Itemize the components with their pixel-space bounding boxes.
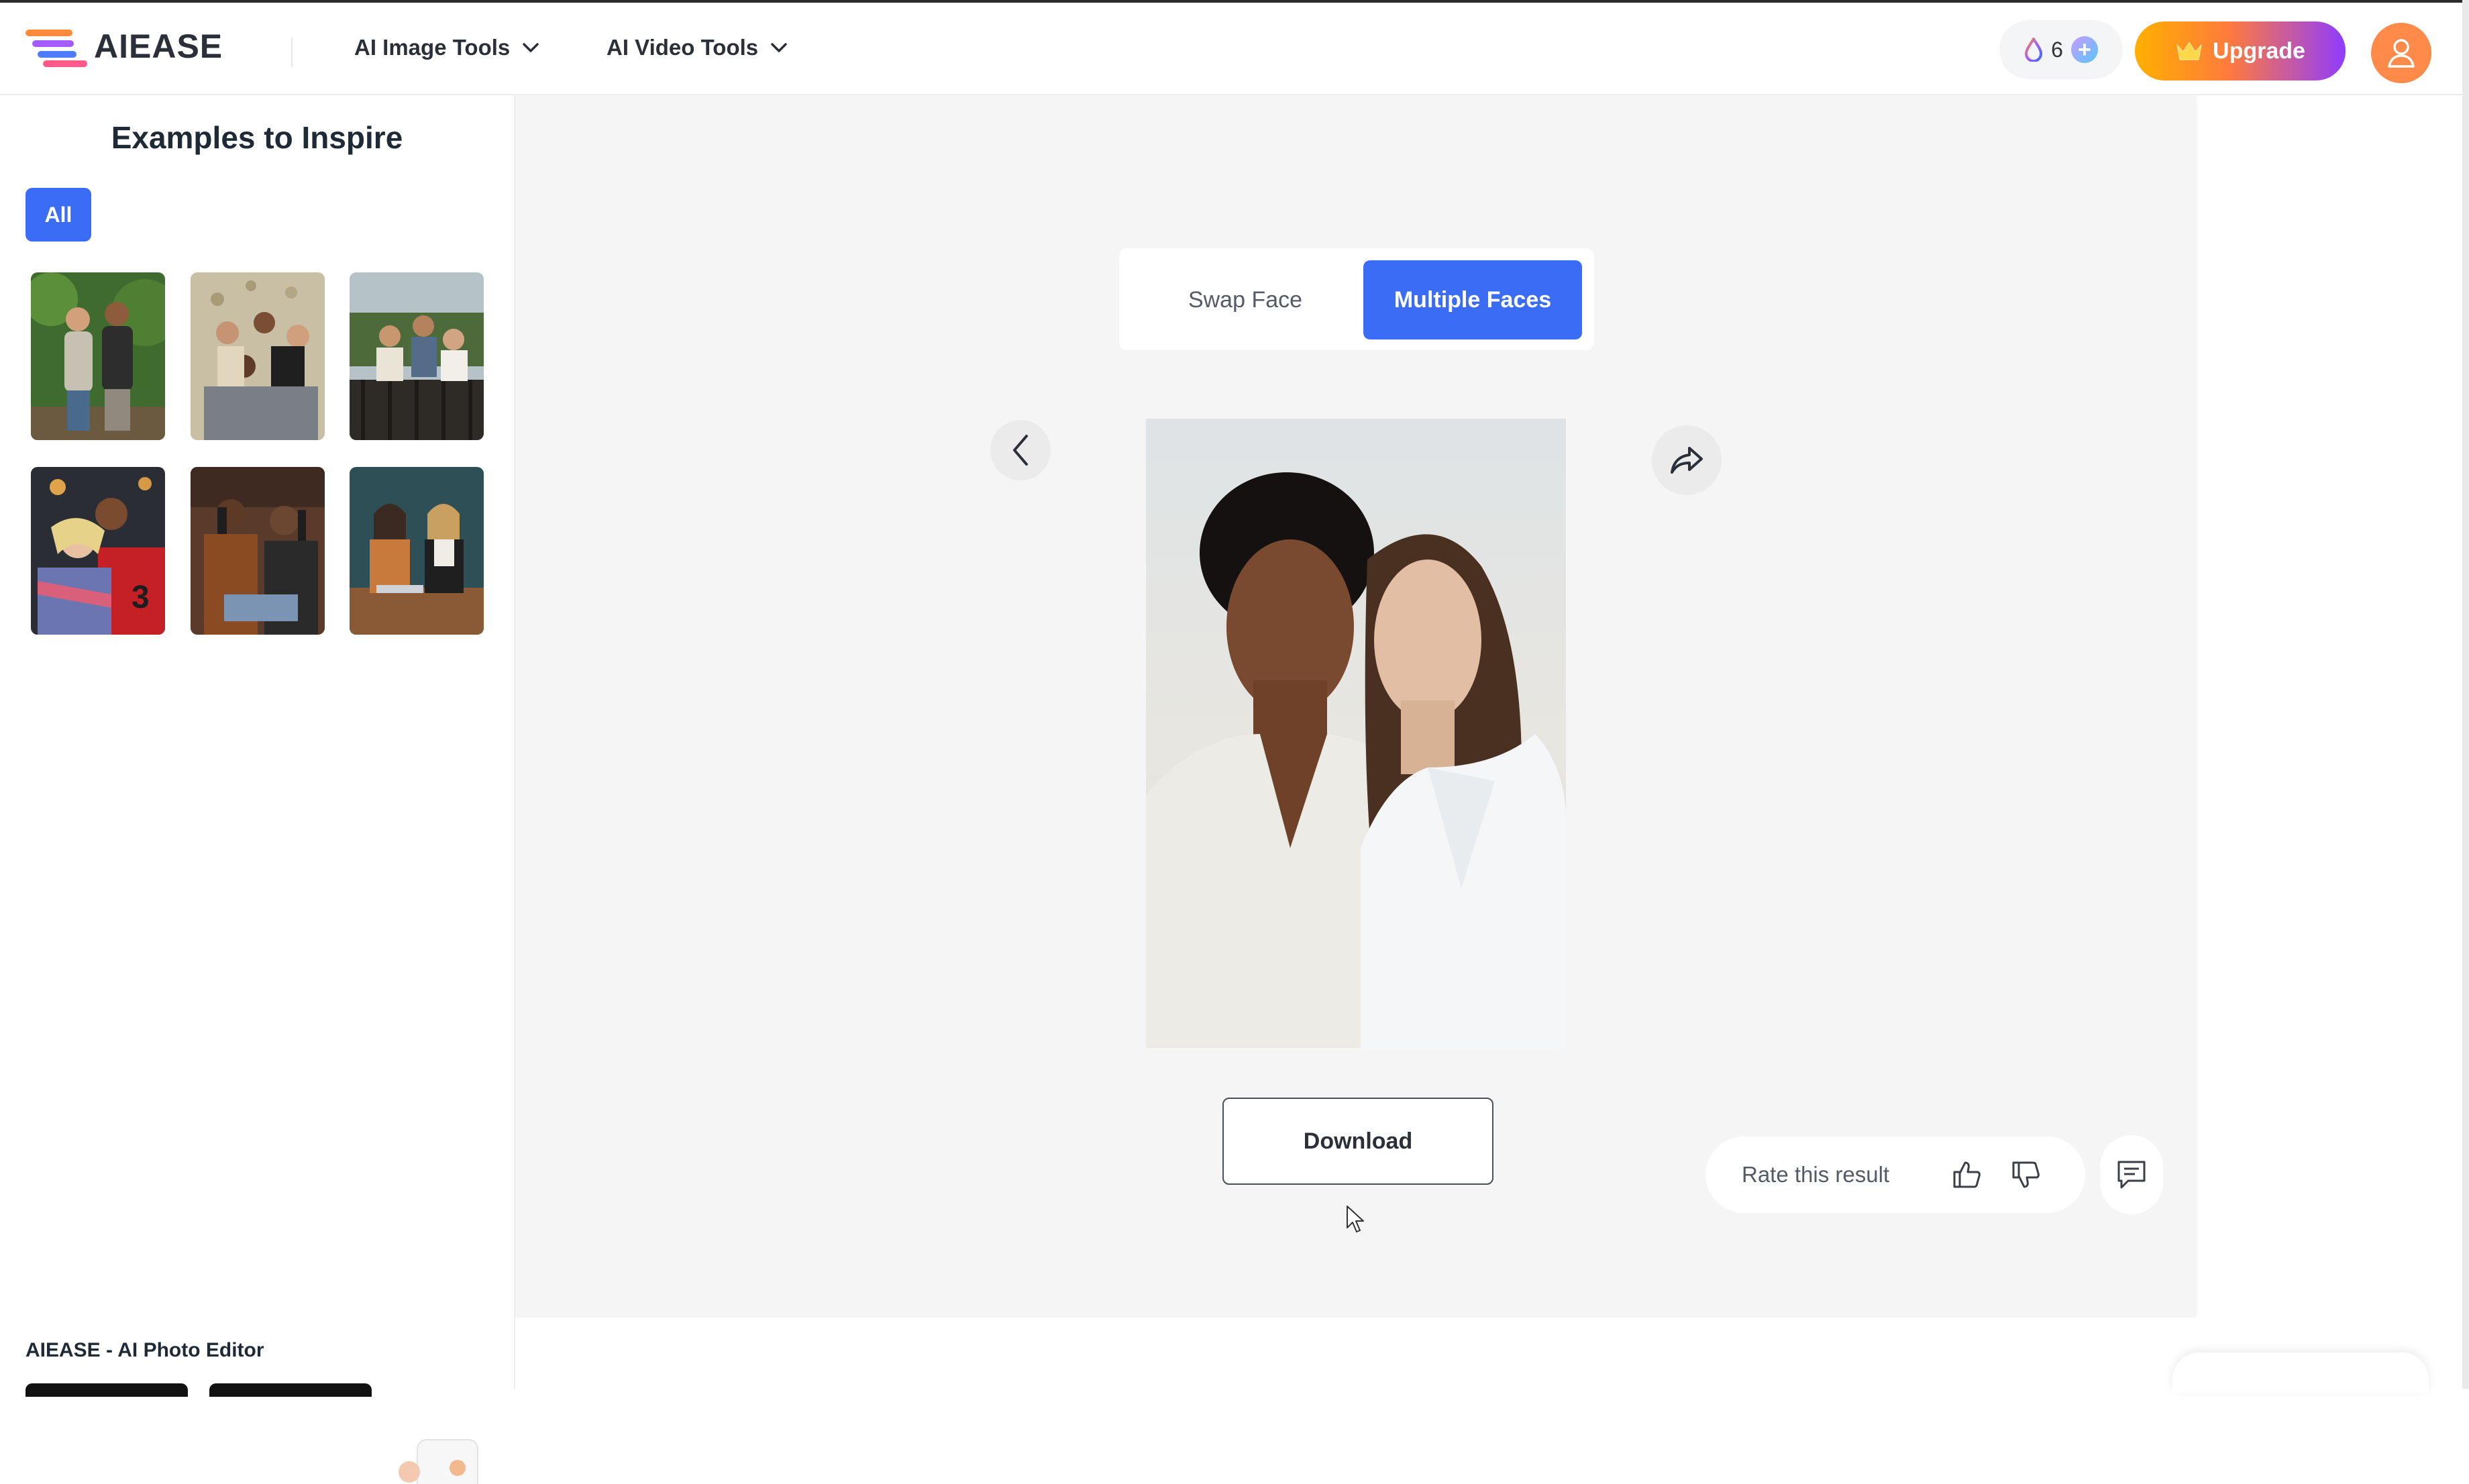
feedback-button[interactable]: [2100, 1135, 2163, 1214]
crown-icon: [2176, 42, 2202, 60]
download-button[interactable]: Download: [1222, 1098, 1493, 1185]
upgrade-button[interactable]: Upgrade: [2135, 21, 2346, 81]
feedback-chat-icon: [2117, 1161, 2146, 1189]
example-thumbnail[interactable]: [191, 467, 325, 635]
chevron-down-icon: [523, 43, 539, 52]
example-thumbnail[interactable]: 3: [31, 467, 165, 635]
thumbs-down-icon: [2012, 1161, 2040, 1188]
upgrade-label: Upgrade: [2213, 38, 2305, 64]
nav-ai-video-tools[interactable]: AI Video Tools: [607, 35, 788, 60]
example-thumbnail[interactable]: [350, 272, 484, 440]
thumbs-up-button[interactable]: [1946, 1154, 1987, 1196]
share-button[interactable]: [1652, 425, 1722, 495]
chevron-down-icon: [771, 43, 787, 52]
window-scrollbar-track[interactable]: [2462, 0, 2469, 1389]
filter-chip-all[interactable]: All: [25, 188, 91, 242]
sidebar-title: Examples to Inspire: [111, 120, 403, 155]
mode-tabs: Swap Face Multiple Faces: [1119, 248, 1594, 350]
floating-card[interactable]: [2172, 1353, 2429, 1393]
app-promo-title: AIEASE - AI Photo Editor: [25, 1339, 264, 1361]
credits-drop-icon: [2025, 38, 2043, 62]
example-thumbnail[interactable]: [191, 272, 325, 440]
nav-label: AI Video Tools: [607, 35, 759, 60]
credits-pill[interactable]: 6 +: [1999, 20, 2123, 79]
google-play-button[interactable]: [209, 1383, 372, 1397]
app-store-button[interactable]: [25, 1383, 188, 1397]
examples-sidebar: Examples to Inspire All 3 AIEASE - AI Ph…: [0, 95, 515, 1484]
header-divider: [291, 38, 293, 67]
user-icon: [2388, 39, 2415, 68]
top-header: AIEASE AI Image Tools AI Video Tools 6 +…: [0, 3, 2462, 95]
credits-count: 6: [2051, 37, 2063, 62]
nav-label: AI Image Tools: [354, 35, 511, 60]
rate-label: Rate this result: [1742, 1162, 1890, 1187]
cursor-icon: [1347, 1206, 1364, 1232]
logo-mark-icon: [25, 25, 89, 67]
logo[interactable]: AIEASE: [25, 25, 223, 67]
example-thumbnail[interactable]: [31, 272, 165, 440]
example-thumbnail[interactable]: [350, 467, 484, 635]
thumbs-up-icon: [1953, 1161, 1981, 1188]
chevron-left-icon: [1013, 435, 1028, 466]
tab-multiple-faces[interactable]: Multiple Faces: [1363, 260, 1582, 339]
rating-bar: Rate this result: [1705, 1136, 2085, 1213]
user-avatar[interactable]: [2371, 23, 2431, 83]
svg-text:3: 3: [132, 580, 150, 615]
logo-text: AIEASE: [94, 28, 223, 65]
thumbs-down-button[interactable]: [2005, 1154, 2046, 1196]
promo-illustration: [399, 1439, 478, 1484]
nav-ai-image-tools[interactable]: AI Image Tools: [354, 35, 539, 60]
plus-icon[interactable]: +: [2070, 36, 2098, 63]
result-photo: [1146, 419, 1566, 1048]
tab-swap-face[interactable]: Swap Face: [1131, 260, 1359, 339]
previous-button[interactable]: [990, 420, 1051, 480]
share-icon: [1671, 447, 1703, 474]
